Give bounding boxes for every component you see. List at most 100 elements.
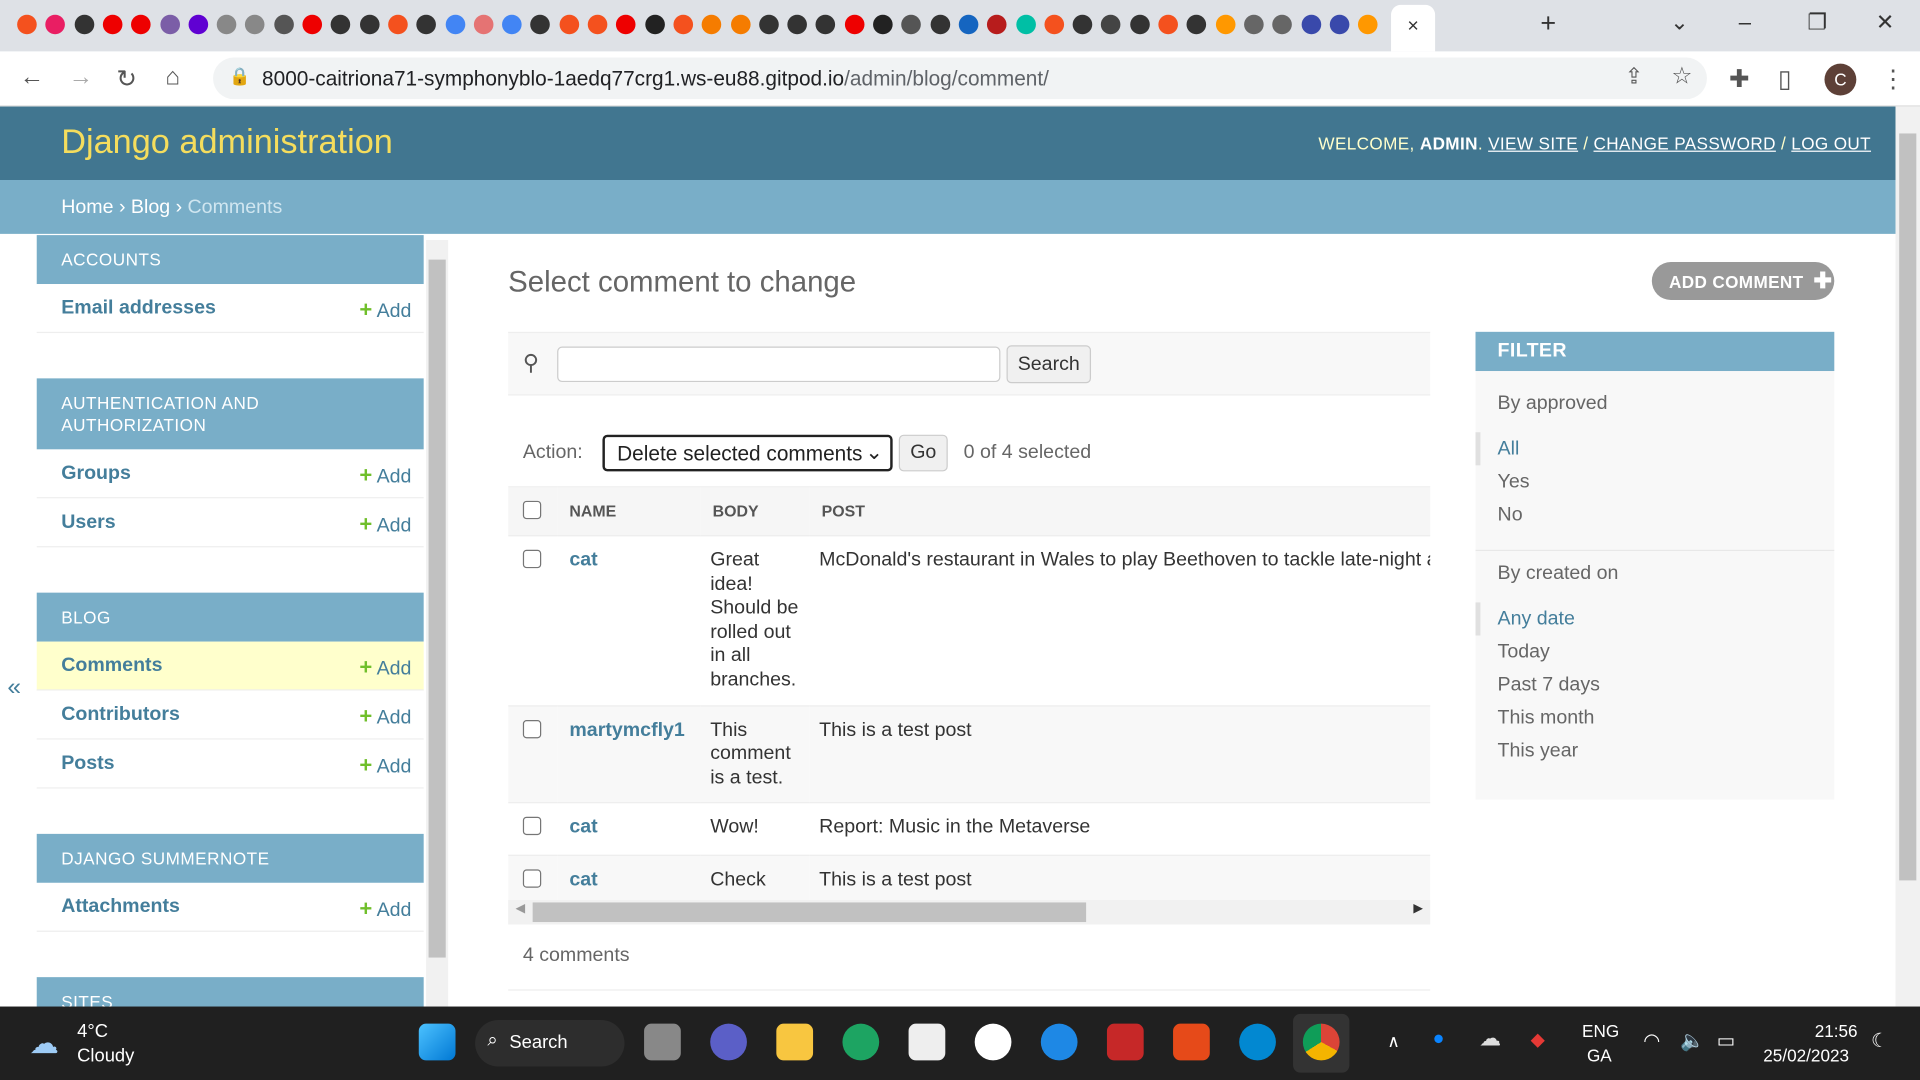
- office-icon[interactable]: [1173, 1023, 1210, 1061]
- tab-favicon-icon[interactable]: [359, 14, 380, 35]
- row-checkbox[interactable]: [522, 549, 542, 569]
- tab-favicon-icon[interactable]: [1215, 14, 1236, 35]
- language-2[interactable]: GA: [1587, 1046, 1612, 1066]
- collapse-sidebar-button[interactable]: «: [7, 673, 21, 701]
- reload-icon[interactable]: ↻: [116, 64, 137, 95]
- tab-favicon-icon[interactable]: [873, 14, 893, 35]
- minimize-icon[interactable]: –: [1739, 10, 1751, 36]
- column-name[interactable]: NAME: [557, 486, 701, 537]
- clock-time[interactable]: 21:56: [1815, 1021, 1858, 1041]
- app-icon[interactable]: [974, 1023, 1012, 1061]
- tab-favicon-icon[interactable]: [787, 14, 808, 35]
- filter-option-this-month[interactable]: This month: [1476, 702, 1835, 735]
- store-icon[interactable]: [908, 1023, 946, 1061]
- tab-favicon-icon[interactable]: [530, 14, 551, 35]
- notifications-icon[interactable]: ☾: [1871, 1029, 1889, 1053]
- filter-option-past-7-days[interactable]: Past 7 days: [1476, 669, 1835, 702]
- language-1[interactable]: ENG: [1582, 1021, 1619, 1041]
- comment-name-link[interactable]: cat: [569, 817, 597, 838]
- tab-favicon-icon[interactable]: [17, 14, 37, 35]
- tab-favicon-icon[interactable]: [388, 14, 408, 35]
- tab-favicon-icon[interactable]: [302, 14, 323, 35]
- scroll-right-icon[interactable]: ▶: [1413, 902, 1422, 915]
- comment-name-link[interactable]: martymcfly1: [569, 719, 684, 740]
- share-icon[interactable]: ⇪: [1625, 64, 1643, 90]
- view-site-link[interactable]: VIEW SITE: [1488, 133, 1578, 153]
- model-link[interactable]: Email addresses: [61, 298, 216, 320]
- row-checkbox[interactable]: [522, 869, 542, 888]
- active-tab[interactable]: ×: [1391, 4, 1436, 52]
- tab-favicon-icon[interactable]: [1329, 14, 1350, 35]
- tab-favicon-icon[interactable]: [673, 14, 693, 35]
- weather-condition[interactable]: Cloudy: [77, 1046, 134, 1067]
- close-window-icon[interactable]: ✕: [1876, 10, 1894, 36]
- tab-favicon-icon[interactable]: [74, 14, 94, 35]
- table-horizontal-scrollbar[interactable]: ◀ ▶: [508, 900, 1431, 925]
- tab-favicon-icon[interactable]: [1101, 14, 1121, 35]
- tab-favicon-icon[interactable]: [1158, 14, 1178, 35]
- side-panel-icon[interactable]: ▯: [1778, 64, 1791, 95]
- tab-favicon-icon[interactable]: [416, 14, 437, 35]
- column-body[interactable]: BODY: [700, 486, 810, 537]
- tab-favicon-icon[interactable]: [815, 14, 836, 35]
- new-tab-button[interactable]: +: [1540, 7, 1556, 39]
- tab-favicon-icon[interactable]: [901, 14, 922, 35]
- tab-favicon-icon[interactable]: [45, 14, 66, 35]
- add-link[interactable]: + Add: [359, 655, 411, 681]
- tab-favicon-icon[interactable]: [216, 14, 237, 35]
- tab-favicon-icon[interactable]: [730, 14, 751, 35]
- section-accounts[interactable]: ACCOUNTS: [36, 235, 424, 285]
- teams-chat-icon[interactable]: [710, 1023, 747, 1061]
- section-summernote[interactable]: DJANGO SUMMERNOTE: [36, 833, 424, 883]
- scrollbar-thumb[interactable]: [1899, 133, 1917, 881]
- file-explorer-icon[interactable]: [776, 1023, 814, 1061]
- model-link[interactable]: Attachments: [61, 896, 180, 918]
- page-scrollbar[interactable]: [1895, 106, 1920, 1007]
- forward-icon[interactable]: →: [69, 64, 93, 92]
- tab-favicon-icon[interactable]: [616, 14, 636, 35]
- tab-favicon-icon[interactable]: [958, 14, 979, 35]
- mcafee-icon[interactable]: [1106, 1023, 1144, 1061]
- search-input[interactable]: [557, 346, 1001, 383]
- dropbox-icon[interactable]: ◆: [1531, 1029, 1545, 1051]
- section-blog[interactable]: BLOG: [36, 592, 424, 642]
- scrollbar-thumb[interactable]: [428, 259, 446, 958]
- add-comment-button[interactable]: ADD COMMENT ✚: [1651, 262, 1835, 301]
- search-button[interactable]: Search: [1006, 345, 1092, 384]
- tab-favicon-icon[interactable]: [701, 14, 722, 35]
- tab-close-icon[interactable]: ×: [1407, 16, 1418, 37]
- url-field[interactable]: 🔒 8000-caitriona71-symphonyblo-1aedq77cr…: [213, 57, 1707, 100]
- tab-favicon-icon[interactable]: [188, 14, 208, 35]
- tab-favicon-icon[interactable]: [131, 14, 151, 35]
- tab-favicon-icon[interactable]: [587, 14, 608, 35]
- breadcrumb-blog[interactable]: Blog: [131, 197, 170, 218]
- battery-icon[interactable]: ▭: [1717, 1029, 1736, 1053]
- change-password-link[interactable]: CHANGE PASSWORD: [1594, 133, 1776, 153]
- start-icon[interactable]: [418, 1023, 456, 1061]
- chrome-taskbar-button[interactable]: [1293, 1013, 1350, 1073]
- site-title[interactable]: Django administration: [61, 122, 393, 161]
- add-link[interactable]: + Add: [359, 704, 411, 730]
- filter-option-all[interactable]: All: [1475, 432, 1835, 466]
- tab-favicon-icon[interactable]: [1243, 14, 1264, 35]
- tab-favicon-icon[interactable]: [330, 14, 351, 35]
- tab-favicon-icon[interactable]: [473, 14, 494, 35]
- tab-favicon-icon[interactable]: [502, 14, 522, 35]
- add-link[interactable]: + Add: [359, 463, 411, 489]
- filter-option-any-date[interactable]: Any date: [1475, 602, 1835, 636]
- tab-favicon-icon[interactable]: [445, 14, 465, 35]
- model-link[interactable]: Groups: [61, 463, 131, 485]
- tab-favicon-icon[interactable]: [1272, 14, 1293, 35]
- section-auth[interactable]: AUTHENTICATION AND AUTHORIZATION: [36, 378, 424, 450]
- comment-name-link[interactable]: cat: [569, 869, 597, 890]
- bookmark-star-icon[interactable]: ☆: [1671, 62, 1692, 90]
- tab-favicon-icon[interactable]: [1072, 14, 1093, 35]
- menu-icon[interactable]: ⋮: [1881, 64, 1905, 95]
- filter-option-today[interactable]: Today: [1476, 636, 1835, 669]
- add-link[interactable]: + Add: [359, 896, 411, 922]
- scroll-left-icon[interactable]: ◀: [516, 902, 525, 915]
- home-icon[interactable]: ⌂: [165, 64, 180, 92]
- select-all-checkbox[interactable]: [522, 500, 542, 520]
- extensions-icon[interactable]: ✚: [1729, 64, 1750, 95]
- task-view-icon[interactable]: [644, 1023, 681, 1061]
